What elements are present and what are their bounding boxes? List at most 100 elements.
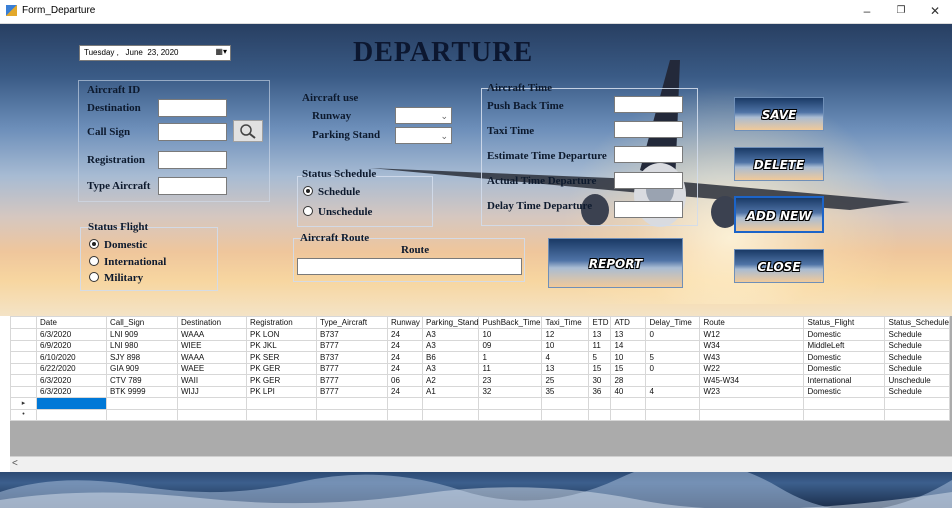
runway-select[interactable]: ⌄ [395, 107, 452, 124]
table-cell[interactable]: 24 [387, 339, 423, 352]
table-cell[interactable]: 0 [645, 328, 701, 341]
table-cell[interactable]: WAAA [177, 351, 247, 364]
table-cell[interactable]: 13 [610, 328, 647, 341]
table-cell[interactable] [699, 408, 805, 421]
column-header[interactable]: Route [699, 316, 805, 329]
table-cell[interactable]: CTV 789 [106, 374, 178, 387]
table-row[interactable]: 6/10/2020 SJY 898 WAAA PK SER B737 24 B6 1 4 5 10 5… [10, 351, 950, 364]
column-header[interactable]: Taxi_Time [541, 316, 590, 329]
column-header[interactable]: ATD [610, 316, 647, 329]
delete-button[interactable]: DELETE [734, 147, 824, 181]
table-cell[interactable] [387, 408, 423, 421]
table-cell[interactable]: 4 [541, 351, 590, 364]
minimize-button[interactable]: – [850, 0, 884, 24]
column-header[interactable]: Call_Sign [106, 316, 178, 329]
table-cell[interactable]: International [803, 374, 886, 387]
table-cell[interactable]: 35 [541, 385, 590, 398]
table-cell[interactable] [610, 397, 647, 410]
column-header[interactable]: Date [36, 316, 107, 329]
table-cell[interactable]: Schedule [884, 328, 950, 341]
table-cell[interactable]: Domestic [803, 385, 886, 398]
table-cell[interactable] [699, 397, 805, 410]
table-cell[interactable]: W22 [699, 362, 805, 375]
table-cell[interactable]: 25 [541, 374, 590, 387]
table-cell[interactable]: 06 [387, 374, 423, 387]
table-cell[interactable] [316, 408, 388, 421]
table-cell[interactable]: Schedule [884, 362, 950, 375]
table-cell[interactable]: PK GER [246, 362, 317, 375]
table-cell[interactable]: A3 [421, 362, 480, 375]
table-cell[interactable]: Schedule [884, 339, 950, 352]
table-cell[interactable] [541, 397, 590, 410]
search-button[interactable] [233, 120, 263, 142]
table-cell[interactable]: Domestic [803, 328, 886, 341]
table-cell[interactable] [645, 374, 701, 387]
table-cell[interactable]: A3 [421, 328, 480, 341]
table-cell[interactable]: 5 [588, 351, 612, 364]
column-header[interactable]: Registration [246, 316, 317, 329]
table-cell[interactable] [387, 397, 423, 410]
table-cell[interactable]: 24 [387, 328, 423, 341]
table-cell[interactable] [645, 397, 701, 410]
table-cell[interactable]: 6/9/2020 [36, 339, 107, 352]
table-cell[interactable]: WAAA [177, 328, 247, 341]
departure-grid[interactable]: Date Call_Sign Destination Registration … [10, 316, 952, 456]
table-row[interactable]: 6/3/2020 LNI 909 WAAA PK LON B737 24 A3 10 12 13 1… [10, 328, 950, 341]
table-cell[interactable]: WAEE [177, 362, 247, 375]
row-header[interactable] [10, 374, 37, 387]
horizontal-scrollbar[interactable]: < [10, 456, 952, 472]
table-cell[interactable]: 24 [387, 351, 423, 364]
table-cell[interactable] [177, 397, 247, 410]
table-cell[interactable] [478, 397, 543, 410]
table-cell[interactable]: 13 [541, 362, 590, 375]
table-cell[interactable]: PK JKL [246, 339, 317, 352]
table-cell[interactable]: A1 [421, 385, 480, 398]
table-cell[interactable]: B777 [316, 385, 388, 398]
table-row[interactable]: 6/3/2020 CTV 789 WAII PK GER B777 06 A2 23 25 30 2… [10, 374, 950, 387]
table-cell[interactable]: B6 [421, 351, 480, 364]
column-header[interactable]: Runway [387, 316, 423, 329]
table-cell[interactable]: WIJJ [177, 385, 247, 398]
table-cell[interactable] [177, 408, 247, 421]
table-cell[interactable] [36, 408, 107, 421]
table-cell[interactable]: 5 [645, 351, 701, 364]
new-row[interactable]: ▸ [10, 397, 950, 410]
table-cell[interactable] [588, 397, 612, 410]
table-cell[interactable]: W43 [699, 351, 805, 364]
estimate-time-departure-field[interactable] [614, 146, 683, 163]
table-cell[interactable] [421, 408, 480, 421]
table-cell[interactable]: 40 [610, 385, 647, 398]
table-cell[interactable]: BTK 9999 [106, 385, 178, 398]
column-header[interactable]: Destination [177, 316, 247, 329]
column-header[interactable]: Parking_Stand [421, 316, 480, 329]
table-cell[interactable]: 32 [478, 385, 543, 398]
table-cell[interactable]: W34 [699, 339, 805, 352]
taxi-time-field[interactable] [614, 121, 683, 138]
delay-time-departure-field[interactable] [614, 201, 683, 218]
type-aircraft-field[interactable] [158, 177, 227, 195]
table-cell[interactable] [106, 408, 178, 421]
table-cell[interactable]: W23 [699, 385, 805, 398]
row-header[interactable] [10, 385, 37, 398]
table-cell[interactable]: 15 [588, 362, 612, 375]
military-radio[interactable]: Military [89, 272, 143, 284]
table-cell[interactable]: W45-W34 [699, 374, 805, 387]
table-cell[interactable]: MiddleLeft [803, 339, 886, 352]
table-cell[interactable]: WIEE [177, 339, 247, 352]
table-cell[interactable]: 10 [541, 339, 590, 352]
row-header[interactable] [10, 351, 37, 364]
close-window-button[interactable]: ✕ [918, 0, 952, 24]
new-row[interactable]: • [10, 408, 950, 421]
table-cell[interactable]: 4 [645, 385, 701, 398]
table-cell[interactable] [421, 397, 480, 410]
table-cell[interactable]: 15 [610, 362, 647, 375]
table-cell[interactable]: 24 [387, 385, 423, 398]
table-cell[interactable]: 11 [478, 362, 543, 375]
table-cell[interactable] [246, 408, 317, 421]
table-cell[interactable]: 13 [588, 328, 612, 341]
table-cell[interactable]: B777 [316, 339, 388, 352]
table-cell[interactable]: 23 [478, 374, 543, 387]
table-cell[interactable]: LNI 909 [106, 328, 178, 341]
table-cell[interactable] [884, 397, 950, 410]
table-cell[interactable]: B777 [316, 374, 388, 387]
